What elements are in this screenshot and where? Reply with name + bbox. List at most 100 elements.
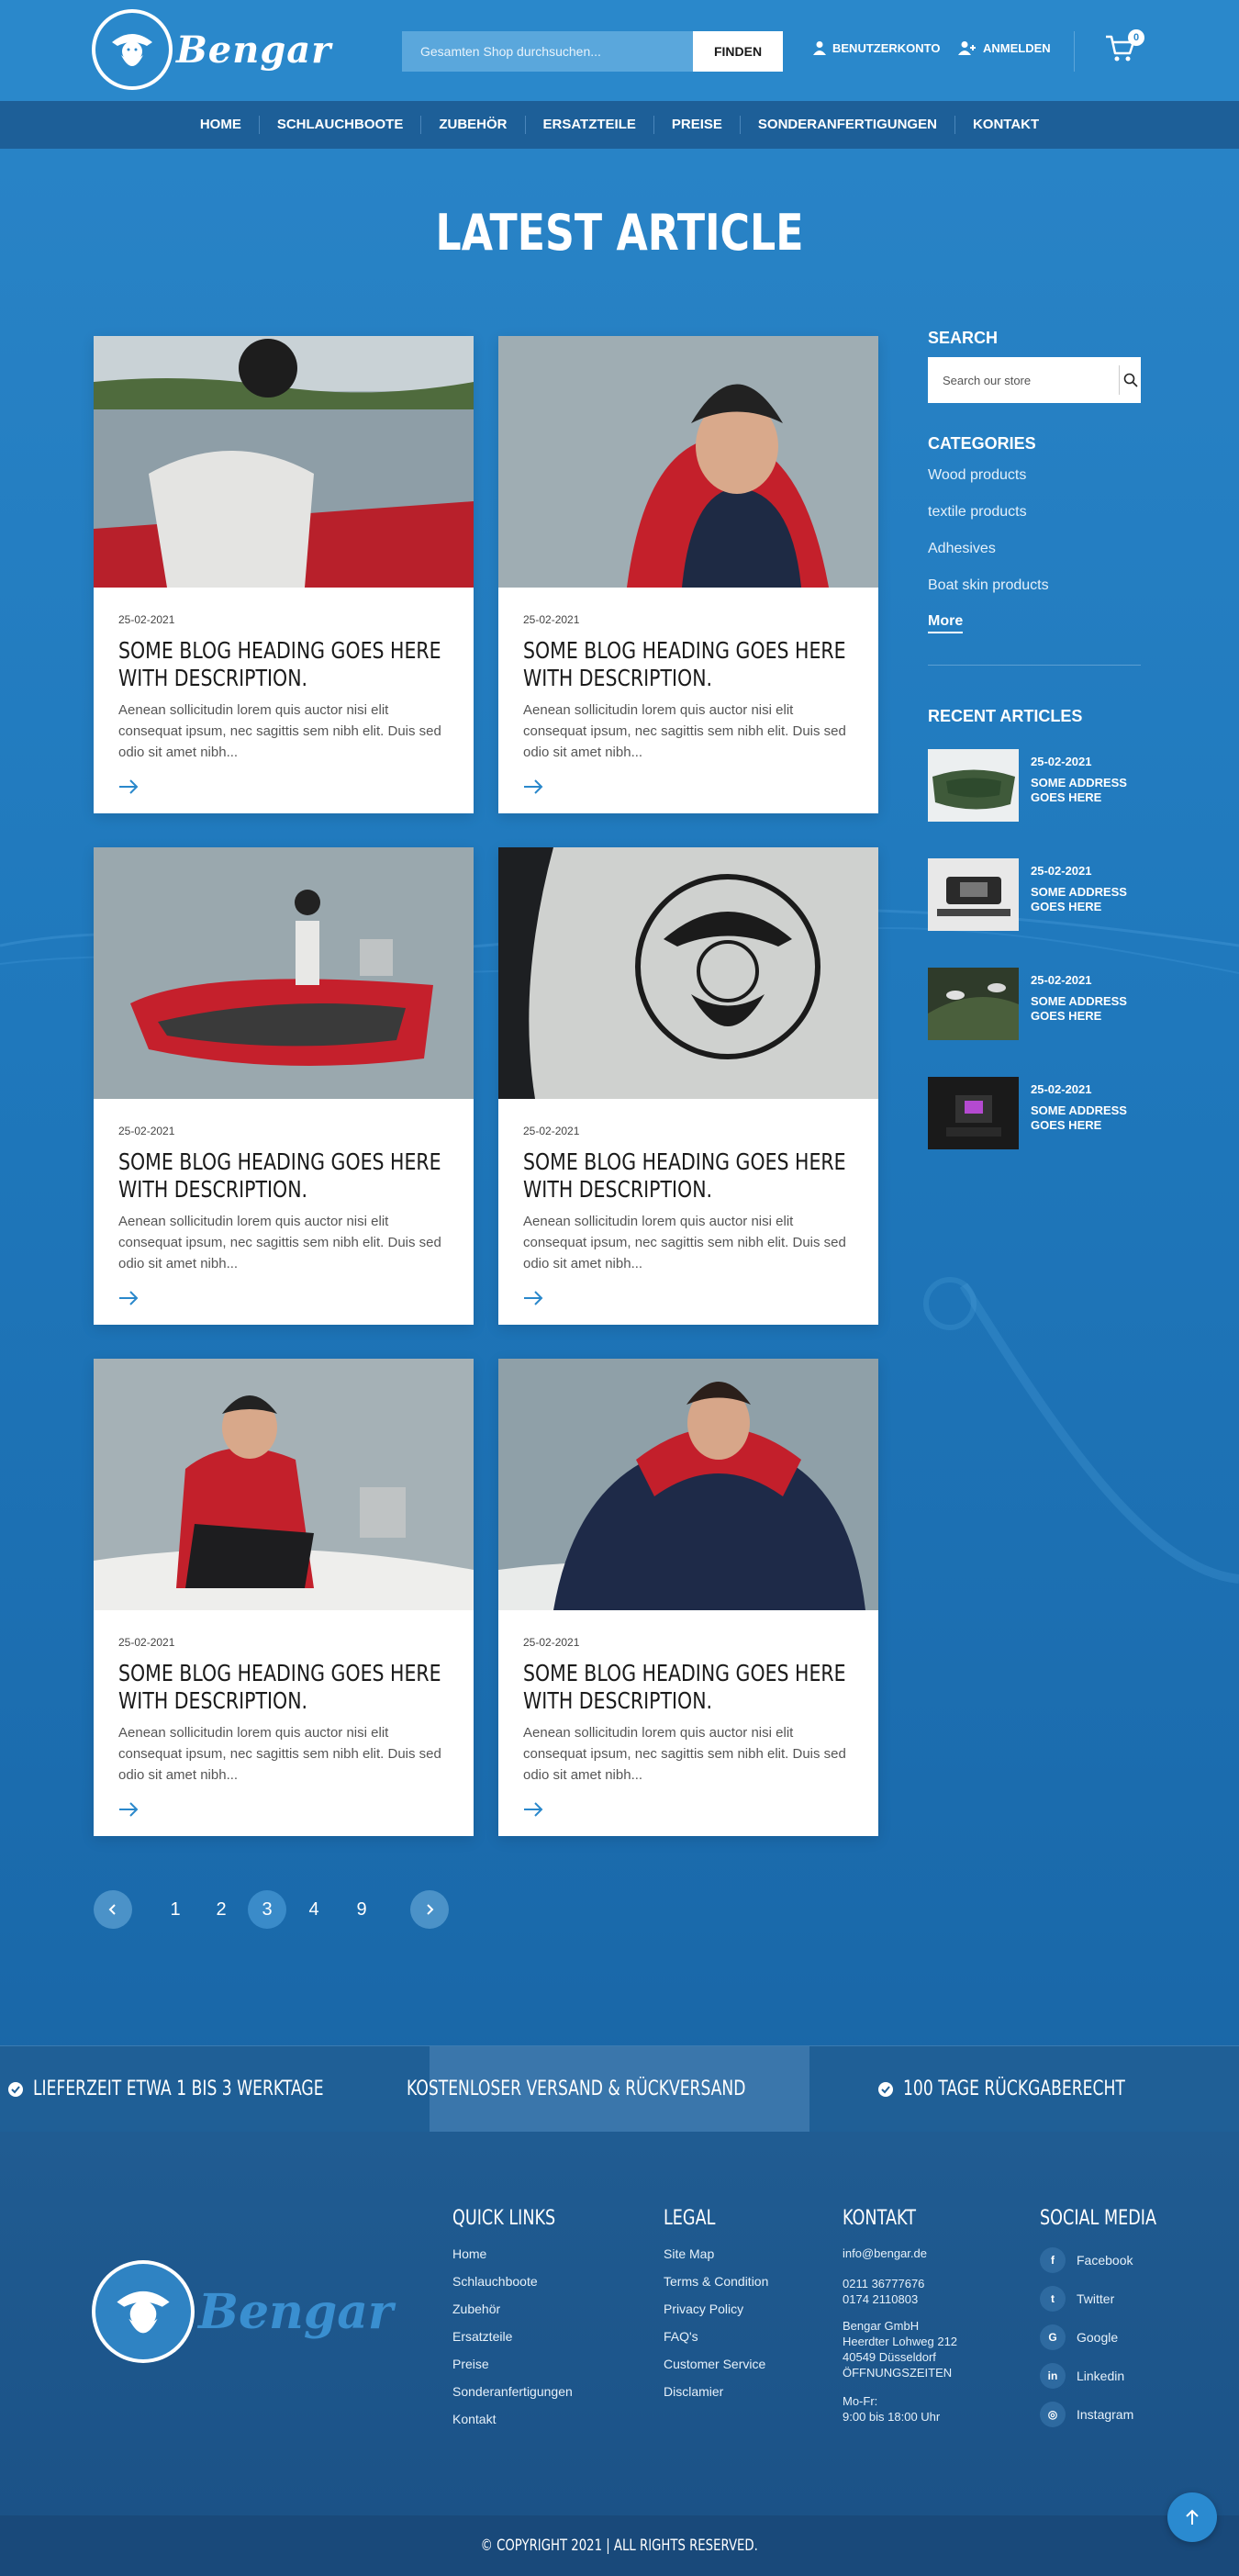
sidebar-search-title: SEARCH	[928, 329, 999, 347]
article-date: 25-02-2021	[118, 1125, 175, 1137]
article-excerpt: Aenean sollicitudin lorem quis auctor ni…	[523, 1214, 846, 1271]
copyright-bar: © COPYRIGHT 2021 | ALL RIGHTS RESERVED.	[0, 2515, 1239, 2576]
footer-link-faqs[interactable]: FAQ's	[664, 2328, 768, 2345]
arrow-right-icon[interactable]	[523, 1291, 543, 1305]
login-link[interactable]: ANMELDEN	[957, 40, 1051, 55]
recent-article-title[interactable]: SOME ADDRESS GOES HERE	[1031, 885, 1141, 914]
article-card[interactable]: 25-02-2021 Some blog heading goes here w…	[498, 336, 878, 813]
article-heading[interactable]: Some blog heading goes here with descrip…	[523, 1148, 854, 1204]
article-image[interactable]	[94, 336, 474, 588]
pagination-page-1[interactable]: 1	[156, 1890, 195, 1929]
recent-article-date: 25-02-2021	[1031, 864, 1092, 878]
recent-article[interactable]: 25-02-2021 SOME ADDRESS GOES HERE	[928, 858, 1141, 931]
article-image[interactable]	[94, 847, 474, 1099]
footer-link-site-map[interactable]: Site Map	[664, 2246, 768, 2262]
article-image[interactable]	[498, 847, 878, 1099]
categories-more-link[interactable]: More	[928, 613, 964, 633]
article-card[interactable]: 25-02-2021 Some blog heading goes here w…	[498, 847, 878, 1325]
article-image[interactable]	[498, 336, 878, 588]
social-facebook[interactable]: f Facebook	[1040, 2247, 1186, 2273]
recent-article-title[interactable]: SOME ADDRESS GOES HERE	[1031, 1103, 1141, 1133]
pagination-page-4[interactable]: 4	[295, 1890, 333, 1929]
recent-article-title[interactable]: SOME ADDRESS GOES HERE	[1031, 994, 1141, 1024]
article-card[interactable]: 25-02-2021 Some blog heading goes here w…	[94, 1359, 474, 1836]
footer-logo[interactable]: Bengar	[92, 2260, 393, 2363]
footer-link-preise[interactable]: Preise	[452, 2356, 581, 2372]
category-adhesives[interactable]: Adhesives	[928, 541, 996, 557]
footer-contact: KONTAKT info@bengar.de 0211 36777676 017…	[843, 2207, 957, 2425]
nav-home[interactable]: HOME	[183, 116, 260, 134]
footer-link-terms[interactable]: Terms & Condition	[664, 2273, 768, 2290]
footer-link-kontakt[interactable]: Kontakt	[452, 2411, 581, 2427]
article-heading[interactable]: Some blog heading goes here with descrip…	[118, 637, 450, 692]
arrow-right-icon[interactable]	[523, 779, 543, 794]
article-image[interactable]	[498, 1359, 878, 1610]
contact-phone-1[interactable]: 0211 36777676	[843, 2276, 957, 2291]
feature-delivery: LIEFERZEIT ETWA 1 BIS 3 WERKTAGE	[0, 2046, 413, 2132]
cart-button[interactable]: 0	[1104, 29, 1144, 69]
recent-article[interactable]: 25-02-2021 SOME ADDRESS GOES HERE	[928, 1077, 1141, 1149]
recent-article[interactable]: 25-02-2021 SOME ADDRESS GOES HERE	[928, 749, 1141, 822]
nav-preise[interactable]: PREISE	[654, 116, 741, 134]
arrow-right-icon[interactable]	[523, 1802, 543, 1817]
footer-link-zubehoer[interactable]: Zubehör	[452, 2301, 581, 2317]
nav-kontakt[interactable]: KONTAKT	[955, 116, 1056, 134]
pagination-prev-button[interactable]	[94, 1890, 132, 1929]
article-card[interactable]: 25-02-2021 Some blog heading goes here w…	[94, 336, 474, 813]
pagination-page-9[interactable]: 9	[342, 1890, 381, 1929]
social-twitter[interactable]: t Twitter	[1040, 2286, 1186, 2312]
header-search-button[interactable]: FINDEN	[693, 31, 783, 72]
nav-ersatzteile[interactable]: ERSATZTEILE	[526, 116, 654, 134]
article-heading[interactable]: Some blog heading goes here with descrip…	[118, 1660, 450, 1715]
footer-link-disclaimer[interactable]: Disclamier	[664, 2383, 768, 2400]
article-card[interactable]: 25-02-2021 Some blog heading goes here w…	[94, 847, 474, 1325]
social-linkedin[interactable]: in Linkedin	[1040, 2363, 1186, 2389]
arrow-right-icon[interactable]	[118, 1291, 139, 1305]
recent-article-thumbnail[interactable]	[928, 749, 1019, 822]
arrow-right-icon[interactable]	[118, 779, 139, 794]
nav-zubehoer[interactable]: ZUBEHÖR	[421, 116, 526, 134]
arrow-right-icon[interactable]	[118, 1802, 139, 1817]
social-instagram[interactable]: ◎ Instagram	[1040, 2402, 1186, 2427]
pagination-page-2[interactable]: 2	[202, 1890, 240, 1929]
contact-email[interactable]: info@bengar.de	[843, 2246, 957, 2261]
recent-article[interactable]: 25-02-2021 SOME ADDRESS GOES HERE	[928, 968, 1141, 1040]
pagination-page-3-current[interactable]: 3	[248, 1890, 286, 1929]
article-heading[interactable]: Some blog heading goes here with descrip…	[118, 1148, 450, 1204]
article-date: 25-02-2021	[523, 613, 580, 626]
account-link[interactable]: BENUTZERKONTO	[812, 40, 940, 55]
recent-article-thumbnail[interactable]	[928, 858, 1019, 931]
header-search-input[interactable]	[402, 31, 693, 72]
article-image[interactable]	[94, 1359, 474, 1610]
user-add-icon	[958, 41, 976, 55]
sidebar-recent-title: RECENT ARTICLES	[928, 707, 1083, 725]
footer-link-home[interactable]: Home	[452, 2246, 581, 2262]
footer-link-ersatzteile[interactable]: Ersatzteile	[452, 2328, 581, 2345]
logo-badge	[92, 9, 173, 90]
footer-link-customer-service[interactable]: Customer Service	[664, 2356, 768, 2372]
site-logo[interactable]: Bengar	[92, 9, 331, 90]
recent-article-thumbnail[interactable]	[928, 1077, 1019, 1149]
recent-article-thumbnail[interactable]	[928, 968, 1019, 1040]
category-textile-products[interactable]: textile products	[928, 504, 1027, 521]
footer-link-schlauchboote[interactable]: Schlauchboote	[452, 2273, 581, 2290]
nav-sonderanfertigungen[interactable]: SONDERANFERTIGUNGEN	[741, 116, 955, 134]
sidebar-search-button[interactable]	[1119, 365, 1141, 395]
category-boat-skin-products[interactable]: Boat skin products	[928, 577, 1049, 594]
category-wood-products[interactable]: Wood products	[928, 467, 1026, 484]
footer-legal: LEGAL Site Map Terms & Condition Privacy…	[664, 2207, 768, 2400]
sidebar-search-input[interactable]	[928, 357, 1119, 403]
recent-article-title[interactable]: SOME ADDRESS GOES HERE	[1031, 776, 1141, 805]
article-heading[interactable]: Some blog heading goes here with descrip…	[523, 637, 854, 692]
article-card[interactable]: 25-02-2021 Some blog heading goes here w…	[498, 1359, 878, 1836]
footer-link-sonderanfertigungen[interactable]: Sonderanfertigungen	[452, 2383, 581, 2400]
recent-article-date: 25-02-2021	[1031, 973, 1092, 987]
nav-schlauchboote[interactable]: SCHLAUCHBOOTE	[260, 116, 422, 134]
instagram-icon: ◎	[1040, 2402, 1066, 2427]
footer-link-privacy[interactable]: Privacy Policy	[664, 2301, 768, 2317]
contact-phone-2[interactable]: 0174 2110803	[843, 2291, 957, 2307]
pagination-next-button[interactable]	[410, 1890, 449, 1929]
scroll-to-top-button[interactable]	[1167, 2492, 1217, 2542]
social-google[interactable]: G Google	[1040, 2324, 1186, 2350]
article-heading[interactable]: Some blog heading goes here with descrip…	[523, 1660, 854, 1715]
